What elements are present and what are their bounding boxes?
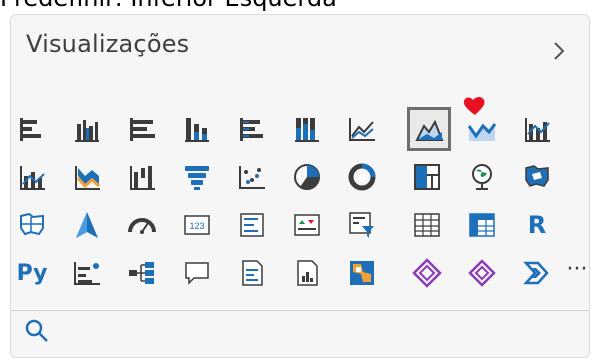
azure-map-icon[interactable] [70,208,104,242]
map-icon[interactable] [465,160,499,194]
diamond-visual-icon[interactable] [465,256,499,290]
r-visual-icon[interactable]: R [520,208,554,242]
chevron-right-icon[interactable] [548,40,570,62]
paginated-report-icon[interactable] [290,256,324,290]
caption-text: Predefinir: Inferior Esquerda [0,0,337,12]
gauge-icon[interactable] [125,208,159,242]
matrix-icon[interactable] [465,208,499,242]
shape-map-icon[interactable] [15,208,49,242]
area-chart-icon[interactable] [407,107,451,151]
line-and-clustered-column-chart-icon[interactable] [15,160,49,194]
table-icon[interactable] [410,208,444,242]
stacked-area-chart-icon[interactable] [465,112,499,146]
chevron-visual-icon[interactable] [520,256,554,290]
power-apps-icon[interactable] [345,256,379,290]
stacked-bar-100-chart-icon[interactable] [125,112,159,146]
power-automate-icon[interactable] [410,256,444,290]
waterfall-chart-icon[interactable] [125,160,159,194]
stacked-column-chart-icon[interactable] [180,112,214,146]
qna-icon[interactable] [180,256,214,290]
line-and-stacked-column-chart-icon[interactable] [520,112,554,146]
python-visual-icon[interactable]: Py [15,256,49,290]
stacked-bar-chart-icon[interactable] [15,112,49,146]
heart-icon [463,97,485,115]
card-icon[interactable]: 123 [180,208,214,242]
decomposition-tree-icon[interactable] [125,256,159,290]
stacked-column-100-chart-icon[interactable] [290,112,324,146]
treemap-icon[interactable] [410,160,444,194]
key-influencers-icon[interactable] [70,256,104,290]
ribbon-chart-icon[interactable] [70,160,104,194]
multi-row-card-icon[interactable] [235,208,269,242]
pane-title: Visualizações [26,30,190,58]
scatter-chart-icon[interactable] [235,160,269,194]
funnel-chart-icon[interactable] [180,160,214,194]
smart-narrative-icon[interactable] [235,256,269,290]
more-options-icon[interactable]: ··· [560,252,594,286]
line-chart-icon[interactable] [345,112,379,146]
svg-text:123: 123 [189,221,204,231]
pie-chart-icon[interactable] [290,160,324,194]
slicer-icon[interactable] [345,208,379,242]
divider [11,310,590,311]
clustered-column-chart-icon[interactable] [235,112,269,146]
donut-chart-icon[interactable] [345,160,379,194]
search-icon[interactable] [24,318,50,344]
filled-map-icon[interactable] [520,160,554,194]
clustered-bar-chart-icon[interactable] [70,112,104,146]
kpi-icon[interactable] [290,208,324,242]
